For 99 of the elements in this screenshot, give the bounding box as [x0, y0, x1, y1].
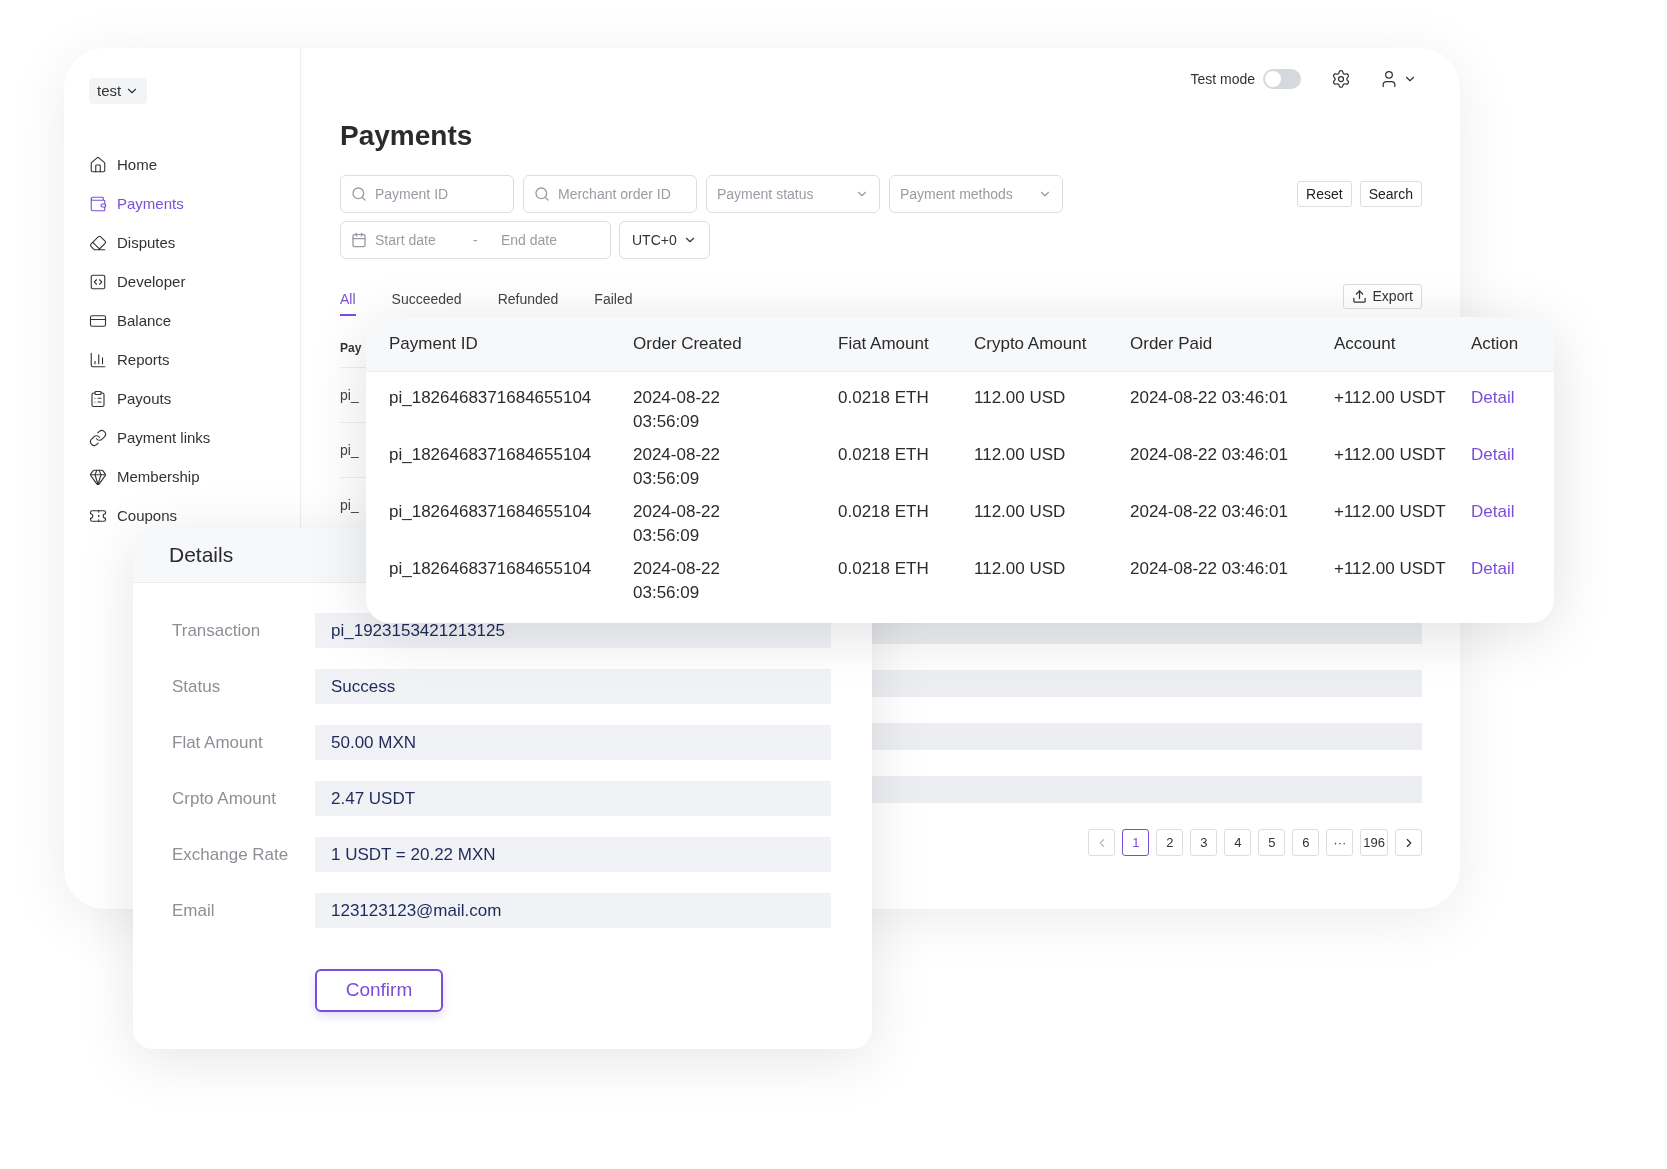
sidebar-item[interactable]: Home [89, 154, 157, 176]
page-button[interactable]: ··· [1326, 829, 1354, 856]
table-cell-text: 0.0218 ETH [838, 387, 930, 409]
detail-link[interactable]: Detail [1471, 443, 1553, 467]
table-cell-text: 2024-08-22 03:56:09 [633, 501, 721, 547]
field-label: Status [172, 675, 222, 698]
table-cell-text: 0.0218 ETH [838, 444, 930, 466]
table-cell-text: 2024-08-22 03:46:01 [1130, 501, 1289, 523]
table-cell-text: 2024-08-22 03:56:09 [633, 387, 721, 433]
column-header: Action [1471, 333, 1520, 356]
sidebar-item[interactable]: Payment links [89, 427, 211, 449]
table-cell-text: 112.00 USD [974, 501, 1067, 523]
table-cell-text: 2024-08-22 03:46:01 [1130, 444, 1289, 466]
field-value: 50.00 MXN [315, 725, 831, 760]
table-cell-text: pi_1826468371684655104 [389, 558, 593, 580]
sidebar-item[interactable]: Balance [89, 310, 172, 332]
wallet-icon [89, 195, 107, 213]
gem-icon [89, 468, 107, 486]
next-page-button[interactable] [1395, 829, 1422, 856]
sidebar-item[interactable]: Disputes [89, 232, 176, 254]
field-value: 123123123@mail.com [315, 893, 831, 928]
code-icon [89, 273, 107, 291]
sidebar-item[interactable]: Payouts [89, 388, 172, 410]
search-icon [351, 186, 367, 202]
upload-icon [1351, 289, 1367, 304]
table-cell-text: pi_1826468371684655104 [389, 501, 593, 523]
sidebar-item[interactable]: Developer [89, 271, 186, 293]
clipboard-icon [89, 390, 107, 408]
page-button[interactable]: 4 [1224, 829, 1252, 856]
column-header: Account [1334, 333, 1397, 356]
calendar-icon [351, 232, 367, 248]
detail-link[interactable]: Detail [1471, 386, 1553, 410]
table-cell-text: 112.00 USD [974, 444, 1067, 466]
field-label: Exchange Rate [172, 843, 290, 866]
sidebar-item[interactable]: Coupons [89, 505, 178, 527]
page-button[interactable]: 196 [1360, 829, 1388, 856]
table-cell-text: 2024-08-22 03:46:01 [1130, 387, 1289, 409]
detail-link[interactable]: Detail [1471, 500, 1553, 524]
settings-icon[interactable] [1331, 69, 1351, 89]
detail-link[interactable]: Detail [1471, 557, 1553, 581]
table-cell-text: 2024-08-22 03:56:09 [633, 558, 721, 604]
house-icon [89, 156, 107, 174]
sidebar-item[interactable]: Reports [89, 349, 170, 371]
confirm-button[interactable]: Confirm [315, 969, 443, 1012]
column-header: Pay [340, 339, 362, 357]
column-header: Payment ID [389, 333, 479, 356]
table-cell-text: 2024-08-22 03:46:01 [1130, 558, 1289, 580]
page-title: Payments [340, 119, 474, 153]
table-cell-text: 112.00 USD [974, 387, 1067, 409]
test-mode-toggle[interactable] [1263, 69, 1301, 89]
bar-chart-icon [89, 351, 107, 369]
table-cell-text: +112.00 USDT [1334, 387, 1447, 409]
link-icon [89, 429, 107, 447]
table-cell-text: pi_ [340, 385, 359, 405]
field-label: Crpto Amount [172, 787, 277, 810]
table-cell-text: +112.00 USDT [1334, 558, 1447, 580]
table-cell-text: 2024-08-22 03:56:09 [633, 444, 721, 490]
table-cell-text: +112.00 USDT [1334, 501, 1447, 523]
ticket-icon [89, 507, 107, 525]
eraser-icon [89, 234, 107, 252]
field-label: Flat Amount [172, 731, 264, 754]
filter-tab[interactable]: Refunded [497, 284, 559, 316]
field-label: Transaction [172, 619, 262, 642]
column-header: Order Created [633, 333, 743, 356]
page-button[interactable]: 5 [1258, 829, 1286, 856]
table-cell-text: pi_1826468371684655104 [389, 387, 593, 409]
search-button[interactable]: Search [1359, 181, 1422, 207]
table-cell-text: pi_1826468371684655104 [389, 444, 593, 466]
search-icon [534, 186, 550, 202]
page-button[interactable]: 3 [1190, 829, 1218, 856]
workspace-dropdown[interactable]: test [89, 78, 148, 104]
reset-button[interactable]: Reset [1297, 181, 1352, 207]
table-cell-text: 0.0218 ETH [838, 558, 930, 580]
table-cell-text: pi_ [340, 440, 359, 460]
filter-tab[interactable]: Failed [594, 284, 633, 316]
filter-tab[interactable]: All [340, 284, 356, 316]
page-button[interactable]: 2 [1156, 829, 1184, 856]
table-cell-text: 112.00 USD [974, 558, 1067, 580]
sidebar-item[interactable]: Payments [89, 193, 184, 215]
table-cell-text: 0.0218 ETH [838, 501, 930, 523]
table-cell-text: +112.00 USDT [1334, 444, 1447, 466]
export-button[interactable]: Export [1342, 284, 1422, 309]
column-header: Fiat Amount [838, 333, 930, 356]
details-title: Details [169, 542, 234, 569]
card-icon [89, 312, 107, 330]
page-button[interactable]: 1 [1122, 829, 1150, 856]
column-header: Crypto Amount [974, 333, 1088, 356]
table-cell-text: pi_ [340, 495, 359, 515]
page-button[interactable]: 6 [1292, 829, 1320, 856]
field-value: 2.47 USDT [315, 781, 831, 816]
timezone-select[interactable]: UTC+0 [619, 221, 710, 259]
field-value: 1 USDT = 20.22 MXN [315, 837, 831, 872]
filter-tab[interactable]: Succeeded [391, 284, 462, 316]
field-value: Success [315, 669, 831, 704]
previous-page-button[interactable] [1088, 829, 1116, 856]
test-mode-label: Test mode [1190, 69, 1255, 89]
field-label: Email [172, 899, 216, 922]
column-header: Order Paid [1130, 333, 1214, 356]
sidebar-item[interactable]: Membership [89, 466, 200, 488]
